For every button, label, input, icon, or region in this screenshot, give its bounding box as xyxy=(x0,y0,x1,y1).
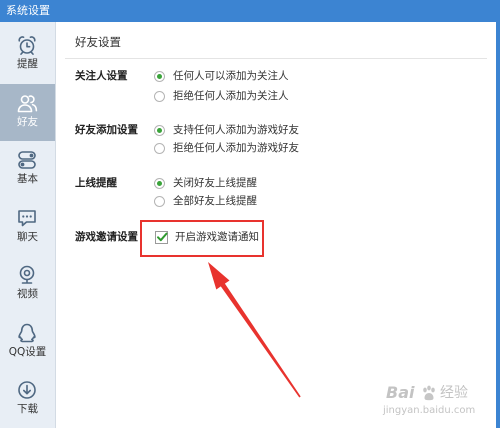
radio-option[interactable]: 任何人可以添加为关注人 xyxy=(154,67,289,85)
window-border xyxy=(496,22,500,428)
toggle-switch-icon xyxy=(16,149,38,171)
radio-option[interactable]: 全部好友上线提醒 xyxy=(154,192,257,210)
radio-button[interactable] xyxy=(154,195,165,207)
radio-button[interactable] xyxy=(154,124,165,136)
watermark-url: jingyan.baidu.com xyxy=(383,405,476,416)
window-title: 系统设置 xyxy=(6,4,50,17)
checkmark-icon xyxy=(157,232,168,241)
webcam-icon xyxy=(16,264,38,286)
title-bar[interactable]: 系统设置 xyxy=(0,0,500,22)
section-label-follow: 关注人设置 xyxy=(75,70,128,82)
radio-option[interactable]: 拒绝任何人添加为游戏好友 xyxy=(154,139,299,157)
chat-bubble-icon xyxy=(16,207,38,229)
sidebar-item-download[interactable]: 下载 xyxy=(0,371,55,428)
game-invite-checkbox[interactable] xyxy=(155,230,168,244)
radio-label: 关闭好友上线提醒 xyxy=(173,177,257,189)
radio-option[interactable]: 关闭好友上线提醒 xyxy=(154,174,257,192)
sidebar-item-label: 好友 xyxy=(17,115,38,128)
section-label-online-alert: 上线提醒 xyxy=(75,177,117,189)
section-label-add-friend: 好友添加设置 xyxy=(75,124,138,136)
sidebar-item-label: 提醒 xyxy=(17,58,38,70)
radio-button[interactable] xyxy=(154,90,165,102)
alarm-clock-icon xyxy=(16,34,38,56)
checkbox-option[interactable]: 开启游戏邀请通知 xyxy=(155,228,259,246)
sidebar-item-qq-settings[interactable]: QQ设置 xyxy=(0,314,55,372)
radio-option[interactable]: 拒绝任何人添加为关注人 xyxy=(154,87,289,105)
settings-window: 系统设置 提醒 好友 基本 聊天 视频 QQ设置 下载 好友设置 关注人设置 任… xyxy=(0,0,500,428)
watermark-brand-latin: Bai xyxy=(386,383,415,402)
sidebar-item-label: 聊天 xyxy=(17,230,38,243)
radio-label: 拒绝任何人添加为关注人 xyxy=(173,90,289,102)
friend-settings-panel: 好友设置 关注人设置 任何人可以添加为关注人 拒绝任何人添加为关注人 好友添加设… xyxy=(56,22,496,428)
sidebar-item-label: 下载 xyxy=(17,403,38,415)
paw-icon xyxy=(420,384,438,402)
radio-button[interactable] xyxy=(154,142,165,154)
page-title: 好友设置 xyxy=(75,35,121,49)
qq-penguin-icon xyxy=(16,322,38,344)
sidebar: 提醒 好友 基本 聊天 视频 QQ设置 下载 xyxy=(0,22,56,428)
sidebar-item-friends[interactable]: 好友 xyxy=(0,83,55,141)
section-label-game-invite: 游戏邀请设置 xyxy=(75,231,138,243)
download-icon xyxy=(16,379,38,401)
sidebar-item-label: 视频 xyxy=(17,288,38,300)
sidebar-item-basic[interactable]: 基本 xyxy=(0,141,55,199)
sidebar-item-video[interactable]: 视频 xyxy=(0,256,55,314)
sidebar-item-chat[interactable]: 聊天 xyxy=(0,199,55,257)
watermark-brand-cn: 经验 xyxy=(440,385,468,401)
radio-button[interactable] xyxy=(154,70,165,82)
radio-label: 支持任何人添加为游戏好友 xyxy=(173,124,299,136)
radio-label: 全部好友上线提醒 xyxy=(173,195,257,207)
checkbox-label: 开启游戏邀请通知 xyxy=(175,231,259,243)
sidebar-item-label: 基本 xyxy=(17,173,38,185)
radio-option[interactable]: 支持任何人添加为游戏好友 xyxy=(154,121,299,139)
friends-icon xyxy=(16,92,38,114)
sidebar-item-label: QQ设置 xyxy=(8,345,47,358)
radio-label: 任何人可以添加为关注人 xyxy=(173,70,289,82)
radio-label: 拒绝任何人添加为游戏好友 xyxy=(173,142,299,154)
radio-button[interactable] xyxy=(154,177,165,189)
title-divider xyxy=(65,58,487,59)
sidebar-item-reminder[interactable]: 提醒 xyxy=(0,26,55,84)
